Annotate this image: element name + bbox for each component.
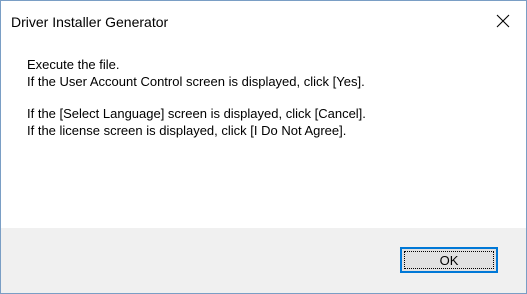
message-line: If the User Account Control screen is di… [27,74,365,89]
ok-button[interactable]: OK [400,247,498,273]
message-text: Execute the file. If the User Account Co… [27,56,366,139]
close-button[interactable] [480,1,526,41]
window-title: Driver Installer Generator [11,14,169,30]
button-bar: OK [1,228,526,293]
message-dialog: Driver Installer Generator Execute the f… [0,0,527,294]
message-line: If the [Select Language] screen is displ… [27,106,366,121]
close-icon [496,14,510,28]
focus-ring [404,251,494,269]
message-line: If the license screen is displayed, clic… [27,123,347,138]
title-bar[interactable]: Driver Installer Generator [1,1,526,41]
message-line: Execute the file. [27,57,120,72]
